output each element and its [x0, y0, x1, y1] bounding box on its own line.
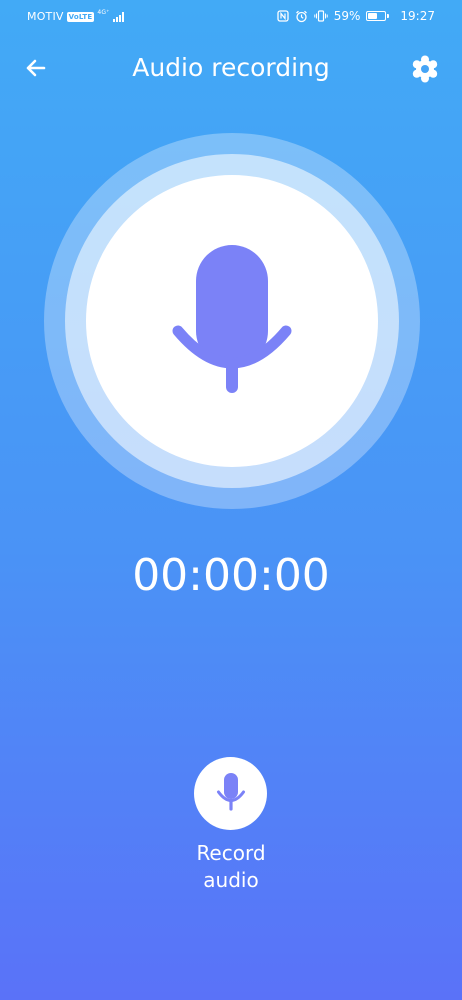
status-bar: MOTIV VoLTE 4G⁺ 59% 19:27 [0, 0, 462, 34]
carrier-group: MOTIV VoLTE 4G⁺ [27, 8, 124, 23]
battery-percent: 59% [333, 9, 361, 23]
status-right-group: 59% 19:27 [277, 9, 435, 23]
clock: 19:27 [400, 9, 435, 23]
recording-timer: 00:00:00 [132, 550, 330, 601]
record-audio-button[interactable] [194, 757, 267, 830]
network-type: 4G⁺ [97, 8, 110, 16]
settings-button[interactable] [410, 54, 440, 84]
audio-recording-screen: MOTIV VoLTE 4G⁺ 59% 19:27 Audio recordin… [0, 0, 462, 1000]
microphone-icon [217, 773, 245, 811]
battery-icon [366, 11, 390, 21]
vibrate-icon [314, 10, 328, 22]
microphone-icon [172, 245, 292, 393]
signal-icon [112, 11, 124, 22]
alarm-icon [295, 10, 307, 22]
gear-icon [412, 55, 438, 83]
carrier-name: MOTIV [27, 10, 64, 23]
page-title: Audio recording [132, 53, 330, 82]
record-audio-label[interactable]: Record audio [181, 840, 281, 894]
nfc-icon [277, 10, 289, 22]
volte-badge: VoLTE [66, 11, 95, 22]
battery-fill [368, 13, 378, 19]
